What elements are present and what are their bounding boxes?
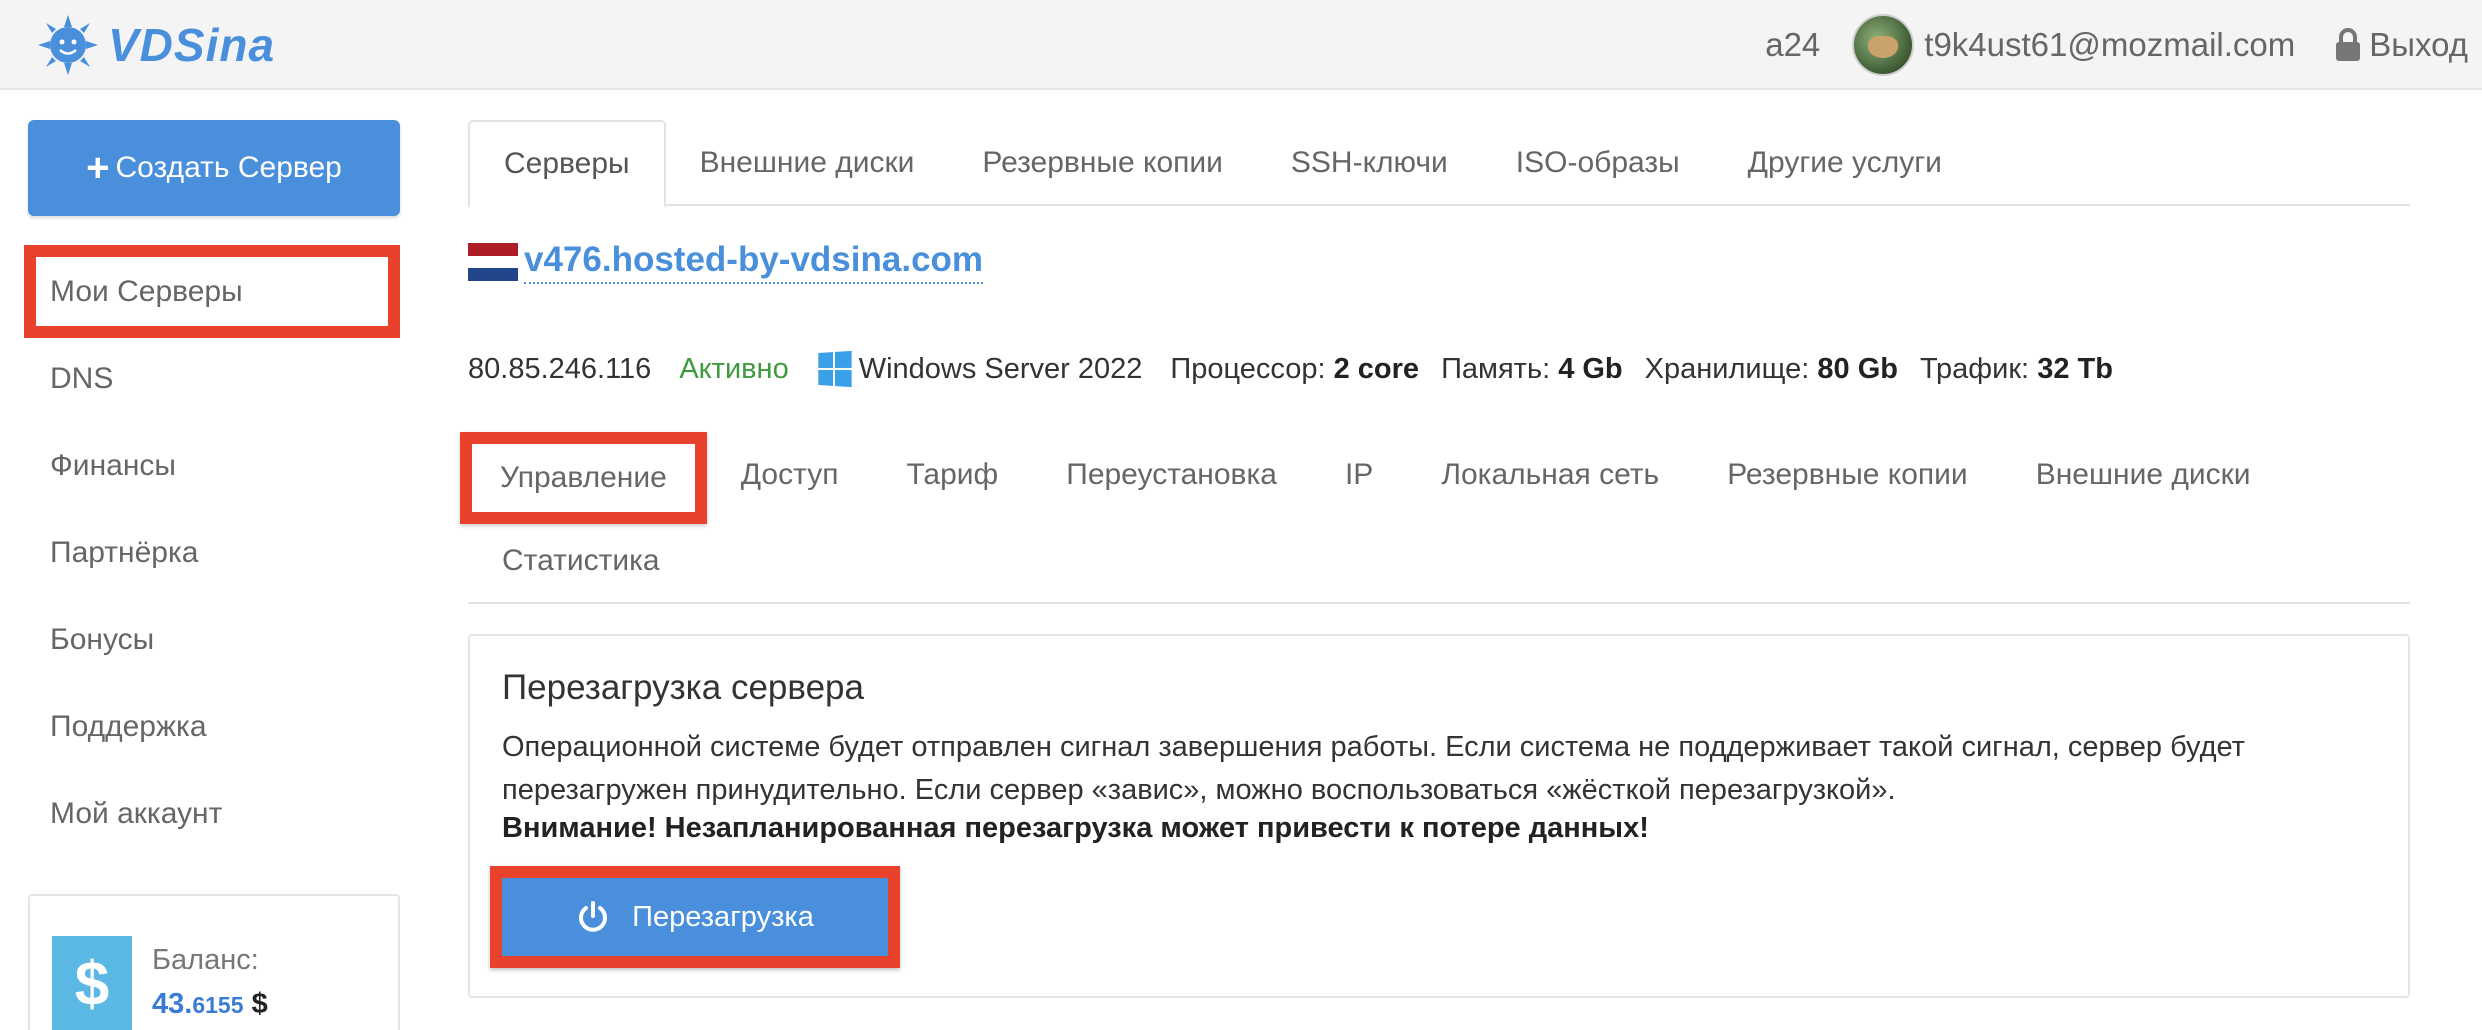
server-os: Windows Server 2022 — [858, 352, 1143, 385]
balance-currency: $ — [251, 988, 268, 1020]
tab-ssh-keys[interactable]: SSH-ключи — [1257, 120, 1482, 206]
spec-ram: Память: 4 Gb — [1441, 352, 1623, 385]
balance-widget: $ Баланс: 43.6155 $ — [28, 894, 400, 1030]
panel-warning: Внимание! Незапланированная перезагрузка… — [502, 812, 1649, 844]
tab-external-disks[interactable]: Внешние диски — [666, 120, 949, 206]
sidebar-nav: Мои Серверы DNS Финансы Партнёрка Бонусы… — [24, 245, 400, 857]
subtab-management[interactable]: Управление — [460, 432, 707, 524]
create-server-label: Создать Сервер — [115, 151, 342, 184]
server-title: v476.hosted-by-vdsina.com — [468, 240, 984, 284]
netherlands-flag-icon — [468, 243, 518, 282]
subtab-statistics[interactable]: Статистика — [468, 518, 694, 604]
sidebar-item-label: Финансы — [50, 448, 176, 482]
tab-backups[interactable]: Резервные копии — [948, 120, 1257, 206]
subtab-backups[interactable]: Резервные копии — [1693, 432, 2002, 518]
dollar-icon: $ — [52, 936, 132, 1030]
sidebar-item-support[interactable]: Поддержка — [24, 683, 400, 770]
sidebar-item-label: Мои Серверы — [50, 274, 243, 308]
sidebar-item-account[interactable]: Мой аккаунт — [24, 770, 400, 857]
subtab-reinstall[interactable]: Переустановка — [1032, 432, 1311, 518]
sidebar-item-label: Мой аккаунт — [50, 796, 223, 830]
server-sub-tabs: Управление Доступ Тариф Переустановка IP… — [460, 432, 2410, 604]
reboot-button-label: Перезагрузка — [632, 900, 814, 933]
subtab-local-network[interactable]: Локальная сеть — [1407, 432, 1693, 518]
sidebar-item-finances[interactable]: Финансы — [24, 422, 400, 509]
spec-cpu: Процессор: 2 core — [1170, 352, 1420, 385]
logout-label: Выход — [2369, 26, 2468, 63]
server-ip: 80.85.246.116 — [468, 352, 652, 385]
lock-icon — [2336, 28, 2361, 61]
panel-description: Операционной системе будет отправлен сиг… — [502, 731, 2245, 806]
logo[interactable]: VDSina — [36, 10, 275, 80]
logo-text: VDSina — [108, 19, 276, 71]
sidebar-item-label: Бонусы — [50, 622, 155, 656]
top-tabs: Серверы Внешние диски Резервные копии SS… — [468, 120, 2410, 208]
tab-servers[interactable]: Серверы — [468, 120, 666, 208]
user-login[interactable]: a24 — [1765, 26, 1820, 64]
subtab-ip[interactable]: IP — [1311, 432, 1407, 518]
logo-sun-icon — [38, 15, 98, 75]
avatar[interactable] — [1852, 14, 1915, 76]
server-info-row: 80.85.246.116 Активно Windows Server 202… — [468, 350, 2135, 388]
tab-iso-images[interactable]: ISO-образы — [1482, 120, 1714, 206]
panel-title: Перезагрузка сервера — [502, 668, 864, 707]
subtab-tariff[interactable]: Тариф — [872, 432, 1032, 518]
windows-icon — [817, 350, 852, 388]
create-server-button[interactable]: + Создать Сервер — [28, 120, 400, 216]
spec-storage: Хранилище: 80 Gb — [1644, 352, 1898, 385]
spec-traffic: Трафик: 32 Tb — [1919, 352, 2113, 385]
balance-fraction: 6155 — [192, 992, 244, 1018]
tab-other-services[interactable]: Другие услуги — [1714, 120, 1976, 206]
sidebar-item-label: DNS — [50, 361, 114, 395]
sidebar-item-partners[interactable]: Партнёрка — [24, 509, 400, 596]
subtab-external-disks[interactable]: Внешние диски — [2002, 432, 2285, 518]
reboot-button[interactable]: Перезагрузка — [490, 866, 900, 968]
balance-label: Баланс: — [152, 944, 259, 976]
power-icon — [579, 901, 608, 932]
sidebar-item-dns[interactable]: DNS — [24, 335, 400, 422]
plus-icon: + — [86, 146, 110, 190]
logout-link[interactable]: Выход — [2335, 26, 2468, 64]
sidebar-item-bonuses[interactable]: Бонусы — [24, 596, 400, 683]
top-header: VDSina a24 t9k4ust61@mozmail.com Выход — [0, 0, 2482, 90]
user-email[interactable]: t9k4ust61@mozmail.com — [1924, 26, 2295, 64]
sidebar-item-my-servers[interactable]: Мои Серверы — [24, 245, 400, 338]
subtab-access[interactable]: Доступ — [707, 432, 873, 518]
balance-value: 43.6155 $ — [152, 988, 268, 1021]
sidebar-item-label: Партнёрка — [50, 535, 199, 569]
reboot-panel: Перезагрузка сервера Операционной систем… — [468, 634, 2410, 998]
sidebar-item-label: Поддержка — [50, 709, 207, 743]
balance-integer: 43. — [152, 988, 193, 1020]
status-badge: Активно — [679, 352, 789, 385]
server-hostname-link[interactable]: v476.hosted-by-vdsina.com — [524, 240, 984, 284]
